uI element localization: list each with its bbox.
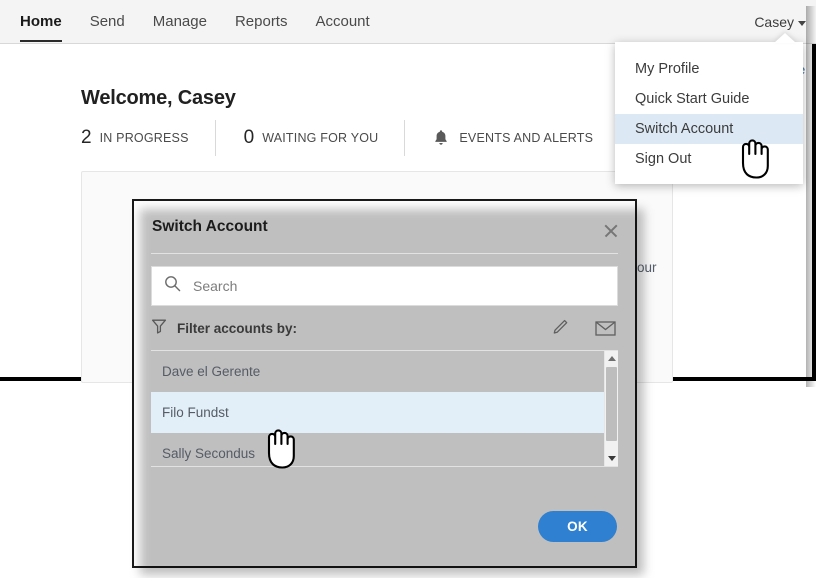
list-item[interactable]: Dave el Gerente [151,351,604,392]
filter-funnel-icon [151,318,167,339]
nav-items-group: Home Send Manage Reports Account [18,0,384,44]
dialog-footer: OK [134,486,635,566]
nav-item-manage[interactable]: Manage [139,0,221,44]
scrollbar-thumb[interactable] [606,367,617,441]
close-icon[interactable] [603,223,619,239]
stat-in-progress[interactable]: 2 IN PROGRESS [81,120,215,156]
stat-waiting-for-you[interactable]: 0 WAITING FOR YOU [214,120,405,156]
account-list-wrapper: Dave el Gerente Filo Fundst Sally Second… [151,350,618,467]
dialog-header-divider [151,253,618,254]
bell-icon [433,129,449,147]
stat-events-label: EVENTS AND ALERTS [459,131,594,145]
account-list: Dave el Gerente Filo Fundst Sally Second… [151,351,604,466]
stat-in-progress-label: IN PROGRESS [99,131,189,145]
list-item[interactable]: Filo Fundst [151,392,604,433]
menu-item-sign-out[interactable]: Sign Out [615,144,803,174]
scroll-up-arrow-icon[interactable] [608,356,616,361]
page-title: Welcome, Casey [81,87,236,109]
ok-button[interactable]: OK [538,510,617,542]
dropdown-caret-icon [774,33,796,43]
nav-item-send[interactable]: Send [76,0,139,44]
search-field-wrapper[interactable] [151,266,618,306]
stat-waiting-label: WAITING FOR YOU [262,131,379,145]
switch-account-dialog: Switch Account Filter accounts by: [132,199,637,568]
filter-actions-group [550,318,616,338]
list-item[interactable]: Sally Secondus [151,433,604,466]
filter-row: Filter accounts by: [151,306,618,350]
menu-item-switch-account[interactable]: Switch Account [615,114,803,144]
search-icon [164,275,181,297]
menu-item-my-profile[interactable]: My Profile [615,54,803,84]
search-input[interactable] [191,277,605,295]
top-navigation-bar: Home Send Manage Reports Account Casey [0,0,816,44]
stat-events-and-alerts[interactable]: EVENTS AND ALERTS [404,120,619,156]
menu-item-quick-start-guide[interactable]: Quick Start Guide [615,84,803,114]
stats-row: 2 IN PROGRESS 0 WAITING FOR YOU EVENTS A… [81,120,619,156]
account-list-scrollbar[interactable] [604,351,618,466]
scroll-down-arrow-icon[interactable] [608,456,616,461]
chevron-down-icon [798,20,806,26]
user-dropdown-menu: My Profile Quick Start Guide Switch Acco… [615,33,803,184]
filter-label: Filter accounts by: [177,320,298,336]
dialog-header: Switch Account [134,201,635,253]
dialog-title: Switch Account [152,218,268,235]
stat-waiting-count: 0 [243,127,255,148]
nav-item-account[interactable]: Account [301,0,383,44]
stat-in-progress-count: 2 [81,127,92,148]
nav-item-reports[interactable]: Reports [221,0,302,44]
pencil-edit-icon[interactable] [550,318,570,338]
nav-item-home[interactable]: Home [20,0,76,44]
envelope-mail-icon[interactable] [595,320,616,337]
